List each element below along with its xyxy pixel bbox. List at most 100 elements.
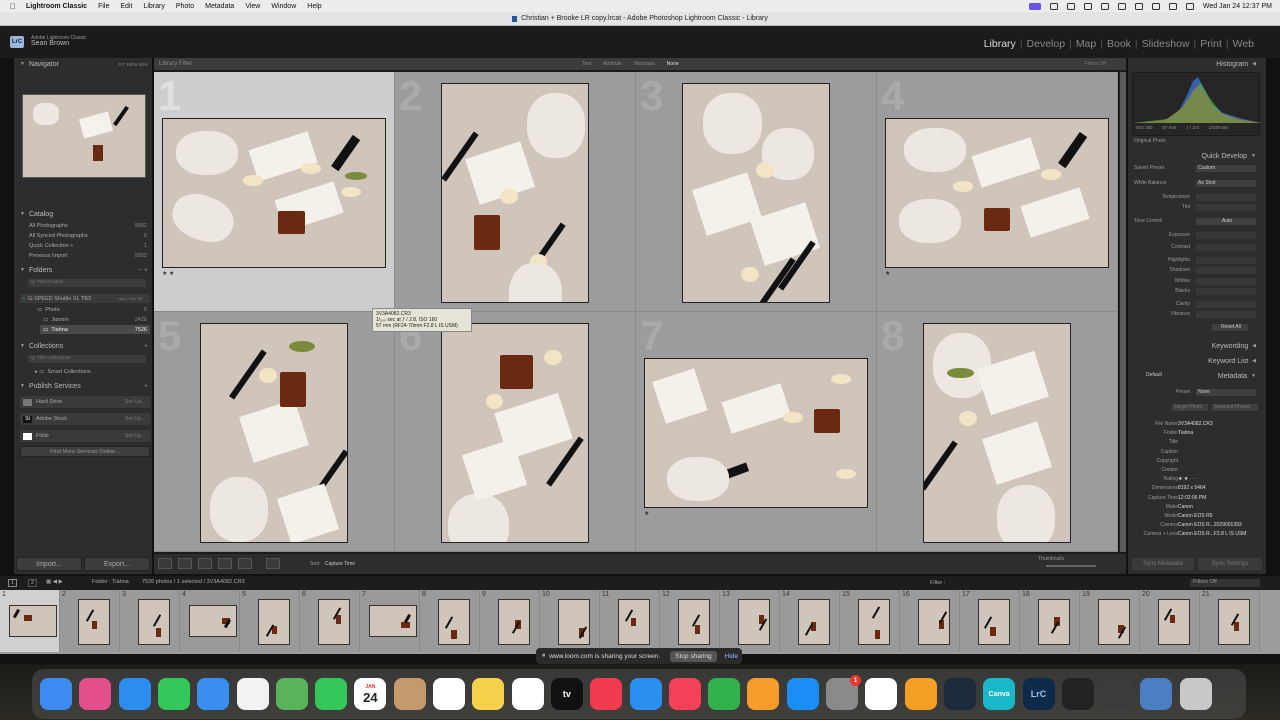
- trash-icon[interactable]: [1179, 678, 1212, 710]
- numbers-icon[interactable]: [708, 678, 741, 710]
- maps-icon[interactable]: [275, 678, 308, 710]
- metadata-field-value[interactable]: ★ ★ · · ·: [1178, 476, 1198, 482]
- filmstrip-frame[interactable]: 12: [660, 590, 720, 652]
- folder-volume[interactable]: ▪ G-SPEED Shuttle XL TB3 44.1 / 111 TB: [20, 294, 150, 303]
- highlights-row[interactable]: Highlights: [1132, 257, 1262, 266]
- filmstrip-thumbnail[interactable]: [1158, 599, 1190, 645]
- menu-photo[interactable]: Photo: [176, 3, 194, 10]
- loupe-view-button[interactable]: [178, 558, 192, 569]
- blacks-row[interactable]: Blacks: [1132, 288, 1262, 297]
- search-icon[interactable]: [1168, 2, 1177, 10]
- publish-add-icon[interactable]: +: [144, 383, 148, 390]
- status-icon-4[interactable]: [1100, 2, 1109, 10]
- publish-service-flickr[interactable]: Flickr Set Up...: [20, 430, 150, 442]
- lightroom-classic-icon[interactable]: LrC: [1022, 678, 1055, 710]
- filmstrip-frame[interactable]: 19: [1080, 590, 1140, 652]
- menu-metadata[interactable]: Metadata: [205, 3, 234, 10]
- original-photo-checkbox[interactable]: Original Photo: [1132, 138, 1262, 147]
- filmstrip-thumbnail[interactable]: [189, 605, 237, 637]
- grid-scrollbar[interactable]: [1120, 72, 1126, 552]
- filmstrip-thumbnail[interactable]: [1038, 599, 1070, 645]
- filmstrip-thumbnail[interactable]: [438, 599, 470, 645]
- smart-collections-item[interactable]: ▸ ▭ Smart Collections: [32, 367, 150, 376]
- loom-recording-icon[interactable]: [1028, 2, 1041, 10]
- filmstrip-thumbnail[interactable]: [978, 599, 1010, 645]
- metadata-field-row[interactable]: Caption: [1132, 449, 1262, 458]
- menu-help[interactable]: Help: [307, 3, 321, 10]
- catalog-header[interactable]: ▼ Catalog: [14, 208, 152, 220]
- metadata-field-row[interactable]: Make Canon: [1132, 504, 1262, 513]
- menu-library[interactable]: Library: [143, 3, 164, 10]
- chrome-icon[interactable]: [865, 678, 898, 710]
- grid-icon[interactable]: ▦ ◀ ▶: [46, 579, 63, 585]
- metadata-field-row[interactable]: Rating ★ ★ · · ·: [1132, 476, 1262, 485]
- metadata-field-value[interactable]: Canon EOS R5: [1178, 513, 1212, 519]
- vibrance-row[interactable]: Vibrance: [1132, 311, 1262, 320]
- publish-service-hard-drive[interactable]: Hard Drive Set Up...: [20, 396, 150, 408]
- metadata-field-row[interactable]: Folder Tiahna: [1132, 430, 1262, 439]
- mail-icon[interactable]: [197, 678, 230, 710]
- messages-icon[interactable]: [157, 678, 190, 710]
- tv-icon[interactable]: tv: [550, 678, 583, 710]
- compare-view-button[interactable]: [198, 558, 212, 569]
- filmstrip-thumbnail[interactable]: [369, 605, 417, 637]
- filmstrip-frame[interactable]: 11: [600, 590, 660, 652]
- sync-settings-button[interactable]: Sync Settings: [1198, 558, 1262, 570]
- filmstrip-filter-dropdown[interactable]: Filters Off: [1190, 579, 1260, 587]
- filmstrip-frame[interactable]: 18: [1020, 590, 1080, 652]
- status-icon-2[interactable]: [1066, 2, 1075, 10]
- module-book[interactable]: Book: [1103, 38, 1135, 50]
- photo-thumbnail[interactable]: [885, 118, 1109, 268]
- filmstrip-thumbnail[interactable]: [78, 599, 110, 645]
- photo-thumbnail[interactable]: [923, 323, 1071, 543]
- menu-window[interactable]: Window: [271, 3, 296, 10]
- primary-window-button[interactable]: 1: [8, 579, 18, 587]
- import-button[interactable]: Import...: [16, 557, 82, 571]
- filter-metadata[interactable]: Metadata: [634, 61, 655, 67]
- navigator-zoom-options[interactable]: FIT 100% 50%: [118, 62, 148, 67]
- metadata-preset-dropdown[interactable]: None: [1196, 389, 1256, 396]
- module-library[interactable]: Library: [980, 38, 1020, 50]
- grid-cell[interactable]: 8: [877, 312, 1118, 552]
- painter-icon[interactable]: [266, 558, 280, 569]
- quick-develop-header[interactable]: Quick Develop ▼: [1128, 150, 1266, 162]
- filmstrip-thumbnail[interactable]: [678, 599, 710, 645]
- filmstrip-thumbnail[interactable]: [918, 599, 950, 645]
- news-icon[interactable]: [590, 678, 623, 710]
- photo-thumbnail[interactable]: [441, 83, 589, 303]
- folder-item[interactable]: ▭ Jasmin 2426: [40, 315, 150, 324]
- filmstrip-frame[interactable]: 6: [300, 590, 360, 652]
- navigator-header[interactable]: ▼ Navigator FIT 100% 50%: [14, 58, 152, 70]
- folder-item-selected[interactable]: ▭ Tiahna 7526: [40, 325, 150, 334]
- survey-view-button[interactable]: [218, 558, 232, 569]
- filmstrip-frame[interactable]: 15: [840, 590, 900, 652]
- metadata-field-row[interactable]: Capture Time 12:02:06 PM: [1132, 495, 1262, 504]
- metadata-field-row[interactable]: Model Canon EOS R5: [1132, 513, 1262, 522]
- status-icon-1[interactable]: [1049, 2, 1058, 10]
- filmstrip-frame[interactable]: 7: [360, 590, 420, 652]
- photo-count-info[interactable]: 7526 photos / 1 selected / 3V3A4082.CR3: [142, 579, 245, 585]
- catalog-item[interactable]: Quick Collection +1: [26, 241, 150, 250]
- whites-row[interactable]: Whites: [1132, 278, 1262, 287]
- filmstrip-frame[interactable]: 2: [60, 590, 120, 652]
- menu-file[interactable]: File: [98, 3, 109, 10]
- navigator-preview[interactable]: [22, 94, 146, 178]
- grid-view-button[interactable]: [158, 558, 172, 569]
- system-settings-icon[interactable]: 1: [826, 675, 861, 710]
- stop-sharing-button[interactable]: Stop sharing: [670, 650, 717, 662]
- filmstrip-frame[interactable]: 9: [480, 590, 540, 652]
- module-slideshow[interactable]: Slideshow: [1138, 38, 1194, 50]
- grid-cell[interactable]: 7 ★: [636, 312, 877, 552]
- filter-attribute[interactable]: Attribute: [603, 61, 622, 67]
- filmstrip-frame[interactable]: 16: [900, 590, 960, 652]
- metadata-field-value[interactable]: 12:02:06 PM: [1178, 495, 1206, 501]
- metadata-field-row[interactable]: Copyright: [1132, 458, 1262, 467]
- menubar-clock[interactable]: Wed Jan 24 12:37 PM: [1203, 3, 1272, 10]
- filmstrip-frame[interactable]: 14: [780, 590, 840, 652]
- exposure-row[interactable]: Exposure: [1132, 232, 1262, 241]
- filters-off-toggle[interactable]: Filters Off: [1084, 61, 1106, 67]
- filmstrip-thumbnail[interactable]: [9, 605, 57, 637]
- secondary-window-button[interactable]: 2: [28, 579, 38, 587]
- canva-icon[interactable]: Canva: [983, 678, 1016, 710]
- grid-cell[interactable]: 2: [395, 72, 636, 312]
